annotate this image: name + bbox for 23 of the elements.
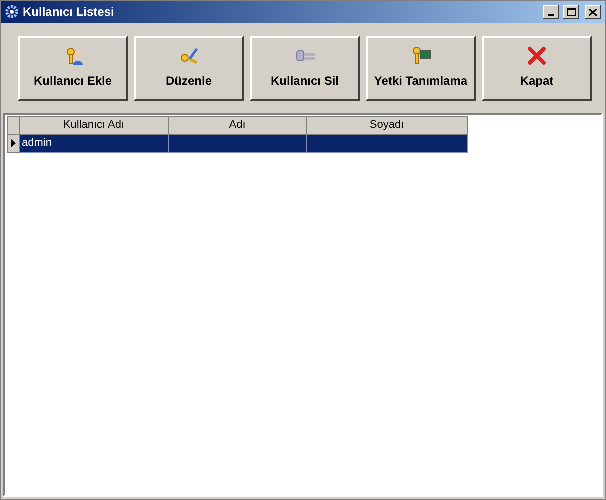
- table-cell: admin: [20, 134, 168, 152]
- toolbar-button[interactable]: Kullanıcı Ekle: [18, 36, 128, 100]
- header-corner: [8, 116, 20, 134]
- toolbar-button[interactable]: Yetki Tanımlama: [366, 36, 476, 100]
- minimize-icon: [548, 14, 554, 16]
- close-button[interactable]: [585, 5, 601, 19]
- toolbar-button[interactable]: Kapat: [482, 36, 592, 100]
- gear-icon: [5, 5, 19, 19]
- minimize-button[interactable]: [543, 5, 559, 19]
- column-header[interactable]: Adı: [168, 116, 306, 134]
- maximize-icon: [566, 8, 576, 16]
- toolbar-button[interactable]: Düzenle: [134, 36, 244, 100]
- close-icon: [589, 8, 597, 16]
- column-header[interactable]: Kullanıcı Adı: [20, 116, 168, 134]
- key-pencil-icon: [179, 46, 199, 66]
- key-screen-icon: [411, 46, 431, 66]
- row-indicator[interactable]: [8, 134, 20, 152]
- row-pointer-icon: [11, 138, 16, 148]
- toolbar-button[interactable]: Kullanıcı Sil: [250, 36, 360, 100]
- column-header[interactable]: Soyadı: [306, 116, 468, 134]
- window-title: Kullanıcı Listesi: [23, 4, 114, 21]
- maximize-button[interactable]: [563, 5, 579, 19]
- close-icon: [527, 46, 547, 66]
